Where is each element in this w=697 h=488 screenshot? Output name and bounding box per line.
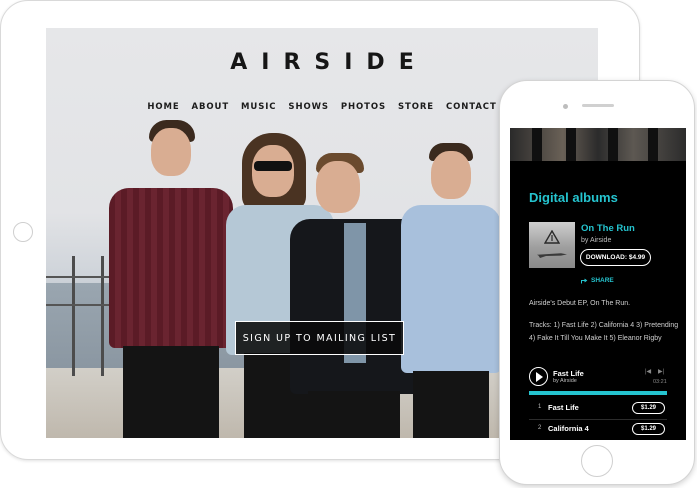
album-description: Airside's Debut EP, On The Run. [529, 300, 631, 307]
album-tracklist-text: Tracks: 1) Fast Life 2) California 4 3) … [529, 322, 679, 342]
phone-screen: Digital albums On The Run by Airside DOW… [510, 128, 686, 440]
nav-store[interactable]: STORE [398, 102, 434, 112]
nav-music[interactable]: MUSIC [241, 102, 276, 112]
skip-forward-icon[interactable]: ▶| [658, 368, 664, 375]
player-time: 03:21 [653, 379, 667, 385]
band-member-1 [101, 120, 241, 438]
nav-shows[interactable]: SHOWS [288, 102, 328, 112]
album-artist: by Airside [581, 237, 612, 244]
download-album-button[interactable]: DOWNLOAD: $4.99 [580, 249, 651, 266]
digital-albums-title: Digital albums [529, 190, 618, 205]
album-title[interactable]: On The Run [581, 223, 635, 234]
track-buy-button[interactable]: $1.29 [632, 423, 665, 435]
band-member-4 [401, 143, 501, 438]
tablet-home-button[interactable] [13, 222, 33, 242]
player-progress-bar[interactable] [529, 391, 667, 395]
track-name: Fast Life [548, 403, 579, 412]
player-track-title: Fast Life [553, 369, 584, 378]
nav-about[interactable]: ABOUT [192, 102, 229, 112]
phone-home-button[interactable] [581, 445, 613, 477]
skip-back-icon[interactable]: |◀ [645, 368, 651, 375]
nav-photos[interactable]: PHOTOS [341, 102, 386, 112]
share-label: SHARE [591, 277, 614, 284]
track-number: 2 [538, 425, 542, 431]
phone-speaker [582, 104, 614, 107]
share-link[interactable]: SHARE [581, 277, 614, 284]
track-row[interactable]: 2 California 4 $1.29 [529, 419, 667, 440]
phone-device: Digital albums On The Run by Airside DOW… [499, 80, 695, 485]
track-name: California 4 [548, 424, 589, 433]
album-triangle-logo [544, 230, 560, 244]
share-icon [581, 278, 588, 283]
player-track-artist: by Airside [553, 378, 577, 384]
track-number: 1 [538, 404, 542, 410]
track-buy-button[interactable]: $1.29 [632, 402, 665, 414]
site-logo[interactable]: AIRSIDE [46, 50, 598, 75]
track-row[interactable]: 1 Fast Life $1.29 [529, 398, 667, 420]
album-plane-graphic [537, 253, 567, 258]
nav-contact[interactable]: CONTACT [446, 102, 497, 112]
phone-hero-image [510, 128, 686, 161]
nav-home[interactable]: HOME [147, 102, 179, 112]
phone-camera [563, 104, 568, 109]
mailing-list-signup-button[interactable]: SIGN UP TO MAILING LIST [235, 321, 404, 355]
album-cover[interactable] [529, 222, 575, 268]
play-icon[interactable] [529, 367, 548, 386]
